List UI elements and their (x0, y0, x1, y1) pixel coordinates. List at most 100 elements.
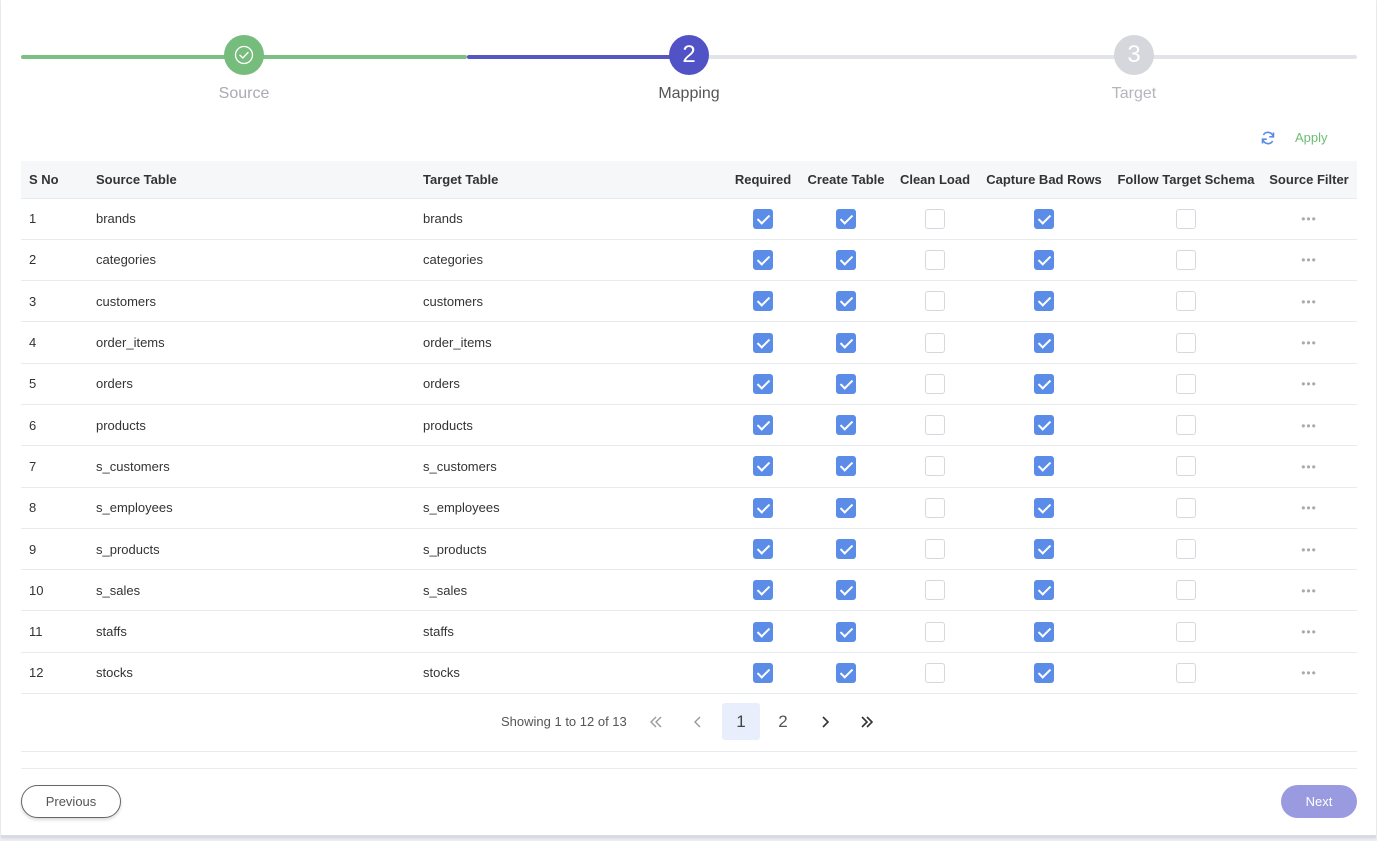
required-checkbox[interactable] (753, 291, 773, 312)
clean-load-checkbox[interactable] (925, 539, 945, 560)
clean-load-checkbox[interactable] (925, 208, 945, 229)
row-target-table: orders (423, 376, 460, 392)
prev-page-button[interactable] (679, 703, 717, 740)
capture-bad-rows-checkbox[interactable] (1034, 497, 1054, 518)
clean-load-checkbox[interactable] (925, 373, 945, 394)
row-clean-load-cell (893, 611, 977, 652)
create-table-checkbox[interactable] (836, 621, 856, 642)
page-button-2[interactable]: 2 (764, 703, 802, 740)
follow-target-schema-checkbox[interactable] (1176, 580, 1196, 601)
create-table-checkbox[interactable] (836, 580, 856, 601)
row-capture-bad-rows-cell (977, 611, 1111, 652)
more-options-icon[interactable]: ••• (1301, 625, 1317, 639)
create-table-checkbox[interactable] (836, 415, 856, 436)
required-checkbox[interactable] (753, 373, 773, 394)
clean-load-checkbox[interactable] (925, 332, 945, 353)
required-checkbox[interactable] (753, 456, 773, 477)
capture-bad-rows-checkbox[interactable] (1034, 621, 1054, 642)
create-table-checkbox[interactable] (836, 373, 856, 394)
capture-bad-rows-checkbox[interactable] (1034, 208, 1054, 229)
follow-target-schema-checkbox[interactable] (1176, 291, 1196, 312)
previous-button[interactable]: Previous (21, 785, 121, 818)
clean-load-checkbox[interactable] (925, 291, 945, 312)
follow-target-schema-checkbox[interactable] (1176, 415, 1196, 436)
check-circle-icon (234, 45, 254, 65)
step-target[interactable]: 3 Target (1074, 35, 1194, 103)
create-table-checkbox[interactable] (836, 249, 856, 270)
first-page-button[interactable] (637, 703, 675, 740)
more-options-icon[interactable]: ••• (1301, 666, 1317, 680)
more-options-icon[interactable]: ••• (1301, 460, 1317, 474)
create-table-checkbox[interactable] (836, 332, 856, 353)
row-follow-target-schema-cell (1111, 446, 1261, 487)
create-table-checkbox[interactable] (836, 456, 856, 477)
follow-target-schema-checkbox[interactable] (1176, 332, 1196, 353)
capture-bad-rows-checkbox[interactable] (1034, 539, 1054, 560)
capture-bad-rows-checkbox[interactable] (1034, 332, 1054, 353)
step-source-circle (224, 35, 264, 75)
required-checkbox[interactable] (753, 497, 773, 518)
more-options-icon[interactable]: ••• (1301, 295, 1317, 309)
follow-target-schema-checkbox[interactable] (1176, 662, 1196, 683)
step-mapping-badge: 2 (669, 35, 709, 75)
follow-target-schema-checkbox[interactable] (1176, 497, 1196, 518)
more-options-icon[interactable]: ••• (1301, 377, 1317, 391)
follow-target-schema-checkbox[interactable] (1176, 621, 1196, 642)
more-options-icon[interactable]: ••• (1301, 501, 1317, 515)
row-follow-target-schema-cell (1111, 611, 1261, 652)
clean-load-checkbox[interactable] (925, 621, 945, 642)
clean-load-checkbox[interactable] (925, 249, 945, 270)
required-checkbox[interactable] (753, 621, 773, 642)
required-checkbox[interactable] (753, 539, 773, 560)
required-checkbox[interactable] (753, 580, 773, 601)
create-table-checkbox[interactable] (836, 208, 856, 229)
create-table-checkbox[interactable] (836, 539, 856, 560)
follow-target-schema-checkbox[interactable] (1176, 456, 1196, 477)
required-checkbox[interactable] (753, 662, 773, 683)
create-table-checkbox[interactable] (836, 291, 856, 312)
required-checkbox[interactable] (753, 208, 773, 229)
refresh-icon[interactable] (1260, 130, 1276, 146)
page-button-1[interactable]: 1 (722, 703, 760, 740)
capture-bad-rows-checkbox[interactable] (1034, 662, 1054, 683)
required-checkbox[interactable] (753, 332, 773, 353)
required-checkbox[interactable] (753, 249, 773, 270)
step-mapping[interactable]: 2 Mapping (629, 35, 749, 103)
capture-bad-rows-checkbox[interactable] (1034, 456, 1054, 477)
follow-target-schema-checkbox[interactable] (1176, 249, 1196, 270)
more-options-icon[interactable]: ••• (1301, 212, 1317, 226)
more-options-icon[interactable]: ••• (1301, 543, 1317, 557)
more-options-icon[interactable]: ••• (1301, 253, 1317, 267)
capture-bad-rows-checkbox[interactable] (1034, 580, 1054, 601)
last-page-button[interactable] (848, 703, 886, 740)
capture-bad-rows-checkbox[interactable] (1034, 373, 1054, 394)
table-row: 2 categories categories ••• (21, 239, 1357, 281)
step-source[interactable]: Source (184, 35, 304, 103)
create-table-checkbox[interactable] (836, 662, 856, 683)
row-source-table: s_employees (96, 500, 173, 516)
follow-target-schema-checkbox[interactable] (1176, 373, 1196, 394)
row-create-table-cell (799, 198, 893, 239)
more-options-icon[interactable]: ••• (1301, 336, 1317, 350)
capture-bad-rows-checkbox[interactable] (1034, 249, 1054, 270)
follow-target-schema-checkbox[interactable] (1176, 539, 1196, 560)
required-checkbox[interactable] (753, 415, 773, 436)
capture-bad-rows-checkbox[interactable] (1034, 291, 1054, 312)
create-table-checkbox[interactable] (836, 497, 856, 518)
clean-load-checkbox[interactable] (925, 497, 945, 518)
follow-target-schema-checkbox[interactable] (1176, 208, 1196, 229)
next-page-button[interactable] (806, 703, 844, 740)
more-options-icon[interactable]: ••• (1301, 584, 1317, 598)
clean-load-checkbox[interactable] (925, 580, 945, 601)
apply-button[interactable]: Apply (1295, 130, 1328, 145)
clean-load-checkbox[interactable] (925, 415, 945, 436)
row-clean-load-cell (893, 239, 977, 280)
clean-load-checkbox[interactable] (925, 662, 945, 683)
next-button[interactable]: Next (1281, 785, 1357, 818)
clean-load-checkbox[interactable] (925, 456, 945, 477)
capture-bad-rows-checkbox[interactable] (1034, 415, 1054, 436)
row-required-cell (727, 363, 799, 404)
row-source-filter-cell: ••• (1261, 528, 1357, 569)
row-clean-load-cell (893, 652, 977, 693)
more-options-icon[interactable]: ••• (1301, 419, 1317, 433)
